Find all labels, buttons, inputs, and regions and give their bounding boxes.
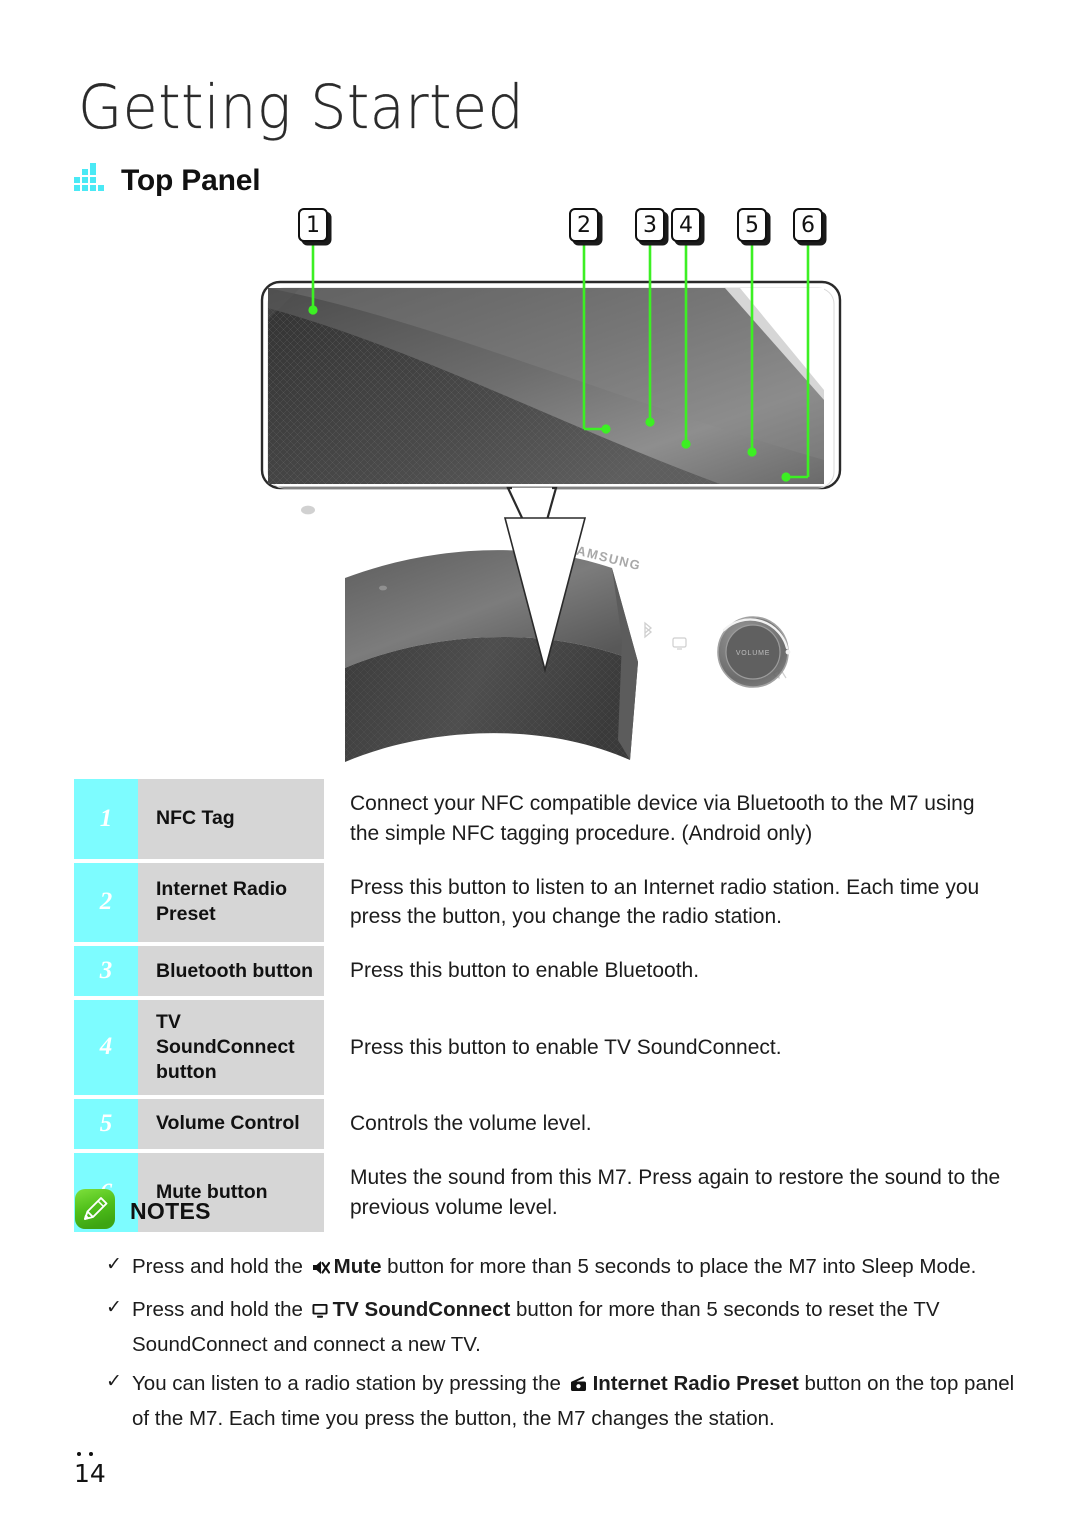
nfc-tag-mark [301,505,315,515]
nfc-tag-mark-small [379,585,387,591]
pencil-note-icon [74,1188,116,1235]
check-icon: ✓ [106,1254,122,1275]
page-title: Getting Started [78,72,525,143]
footer-dots-icon [77,1452,106,1456]
bluetooth-icon [644,621,653,639]
top-panel-spec-table: 1 NFC Tag Connect your NFC compatible de… [74,779,1004,1236]
row-description: Press this button to enable Bluetooth. [324,946,1004,997]
table-row: 1 NFC Tag Connect your NFC compatible de… [74,779,1004,859]
note-text-pre: You can listen to a radio station by pre… [132,1372,567,1396]
row-label: Bluetooth button [138,946,324,997]
row-description: Press this button to enable TV SoundConn… [324,1000,1004,1095]
row-number: 1 [74,779,138,859]
note-text-post: button for more than 5 seconds to place … [381,1255,977,1278]
top-panel-illustration: SAMSUNG VOLUME 1 2 3 4 5 6 [0,200,1080,863]
table-row: 3 Bluetooth button Press this button to … [74,946,1004,997]
row-number: 3 [74,946,138,997]
dial-label: VOLUME [736,650,770,657]
check-icon: ✓ [106,1371,122,1393]
tv-soundconnect-icon [672,637,687,650]
note-item: ✓ Press and hold the TV SoundConnect but… [106,1294,1024,1361]
tv-icon [311,1297,329,1329]
row-label: Internet Radio Preset [138,862,324,943]
note-text-bold: Mute [333,1255,382,1278]
device-diagram: SAMSUNG VOLUME [260,242,842,863]
note-text-pre: Press and hold the [132,1297,309,1321]
row-number: 2 [74,862,138,943]
page-number: 14 [74,1459,106,1488]
notes-list: ✓ Press and hold the Mute button for mor… [74,1251,1024,1435]
radio-icon [569,1371,589,1403]
note-item: ✓ Press and hold the Mute button for mor… [106,1251,1024,1286]
section-title: Top Panel [121,163,261,197]
note-text-bold: TV SoundConnect [332,1297,511,1321]
row-number: 4 [74,1000,138,1095]
note-text-pre: Press and hold the [132,1255,309,1278]
page-footer: 14 [74,1452,106,1488]
table-row: 4 TV SoundConnect button Press this butt… [74,1000,1004,1095]
callout-badge-4: 4 [671,208,701,242]
row-label: NFC Tag [138,779,324,859]
row-description: Press this button to listen to an Intern… [324,862,1004,943]
row-label: TV SoundConnect button [138,1000,324,1095]
notes-title: NOTES [130,1198,211,1224]
note-text-bold: Internet Radio Preset [592,1372,799,1396]
manual-page: Getting Started Top Panel SAMSUNG VOLUME… [0,0,1080,1527]
callout-badge-5: 5 [737,208,767,242]
callout-badge-3: 3 [635,208,665,242]
notes-header: NOTES [74,1188,1024,1235]
callout-badge-1: 1 [298,208,328,242]
note-item: ✓ You can listen to a radio station by p… [106,1368,1024,1435]
callout-badge-2: 2 [569,208,599,242]
table-row: 2 Internet Radio Preset Press this butto… [74,862,1004,943]
check-icon: ✓ [106,1296,122,1318]
row-number: 5 [74,1098,138,1149]
mute-icon [311,1254,330,1286]
section-heading: Top Panel [74,163,261,198]
row-description: Connect your NFC compatible device via B… [324,779,1004,859]
row-description: Controls the volume level. [324,1098,1004,1149]
steps-bars-icon [74,163,108,198]
notes-section: NOTES ✓ Press and hold the Mute button f… [74,1188,1024,1443]
row-label: Volume Control [138,1098,324,1149]
callout-badge-6: 6 [793,208,823,242]
table-row: 5 Volume Control Controls the volume lev… [74,1098,1004,1149]
